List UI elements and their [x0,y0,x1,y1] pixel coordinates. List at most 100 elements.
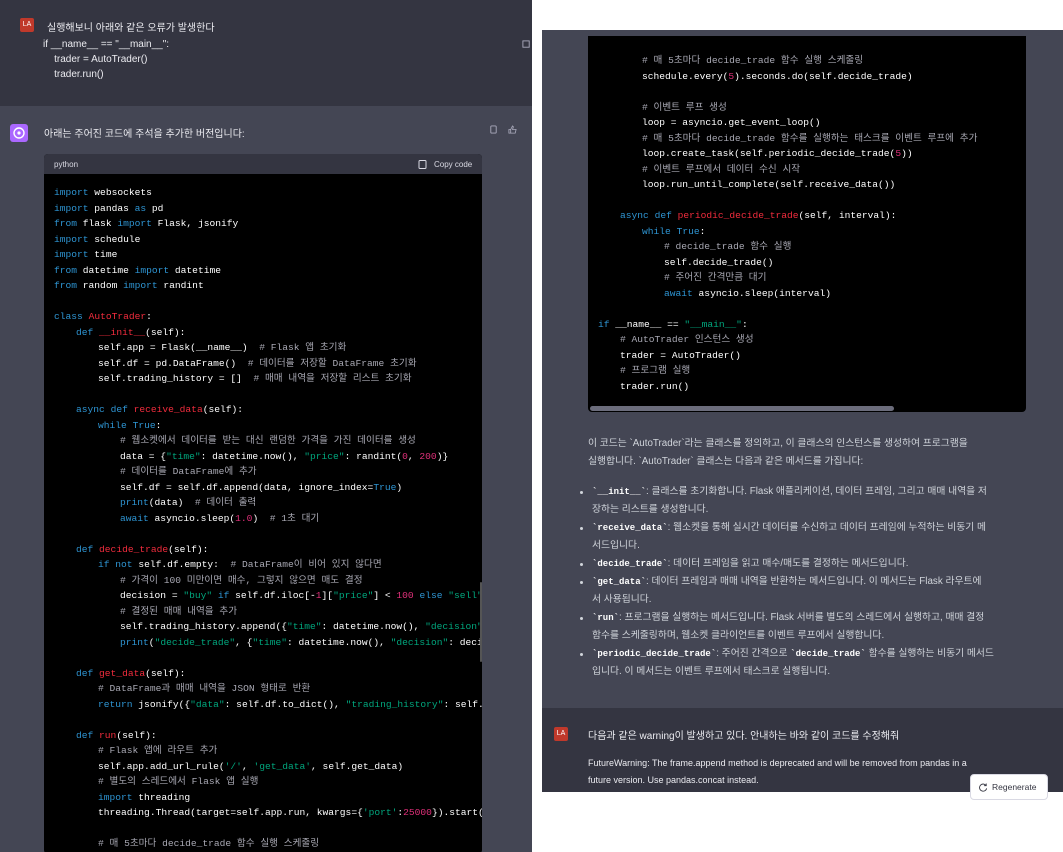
bullet-dot [580,617,583,620]
code-line: # 별도의 스레드에서 Flask 앱 실행 [98,776,259,787]
openai-logo-icon [13,127,25,139]
clipboard-icon [418,160,427,169]
user-message-line: if __name__ == "__main__": [43,39,170,50]
method-list-item: `decide_trade`: 데이터 프레임을 읽고 매수/매도를 결정하는 … [592,558,909,569]
code-line: schedule.every(5).seconds.do(self.decide… [642,70,913,82]
code-line: # 프로그램 실행 [620,365,691,376]
method-list-item: `get_data`: 데이터 프레임과 매매 내역을 반환하는 메서드입니다.… [592,576,982,587]
code-line: self.app.add_url_rule('/', 'get_data', s… [98,760,404,772]
code-line: def get_data(self): [76,667,186,679]
code-line: # 주어진 간격만큼 대기 [664,272,767,283]
code-line: # 웹소켓에서 데이터를 받는 대신 랜덤한 가격을 가진 데이터를 생성 [120,435,416,446]
code-line: await asyncio.sleep(interval) [664,287,831,299]
code-line: from datetime import datetime [54,264,221,276]
code-line: import threading [98,791,191,803]
user-message-block: LA 실행해보니 아래와 같은 오류가 발생한다 if __name__ == … [0,0,532,106]
code-line: # AutoTrader 인스턴스 생성 [620,334,754,345]
code-line: print("decide_trade", {"time": datetime.… [120,636,482,648]
code-line: # 가격이 100 미만이면 매수, 그렇지 않으면 매도 결정 [120,574,363,586]
user-avatar: LA [20,18,34,32]
method-list-item: 함수를 스케줄링하며, 웹소켓 클라이언트를 이벤트 루프에서 실행합니다. [592,630,885,641]
code-line: while True: [642,225,706,237]
code-line: data = {"time": datetime.now(), "price":… [120,450,449,462]
method-list-item: `__init__`: 클래스를 초기화합니다. Flask 애플리케이션, 데… [592,486,987,497]
code-line: await asyncio.sleep(1.0) # 1초 대기 [120,512,320,524]
code-line: def __init__(self): [76,326,186,338]
code-line: import schedule [54,233,141,245]
code-line: while True: [98,419,162,431]
code-line: # 결정된 매매 내역을 추가 [120,605,238,617]
bullet-dot [580,563,583,566]
right-chat-screenshot: # 매 5초마다 decide_trade 함수 실행 스케줄링 schedule… [542,30,1063,792]
code-line: async def periodic_decide_trade(self, in… [620,210,897,221]
regenerate-button[interactable]: Regenerate [970,774,1048,800]
method-list-item: 서드입니다. [592,540,640,551]
warning-line: FutureWarning: The frame.append method i… [588,758,967,768]
code-line: trader.run() [620,380,690,392]
left-chat-screenshot: LA 실행해보니 아래와 같은 오류가 발생한다 if __name__ == … [0,0,532,852]
code-line: async def receive_data(self): [76,404,244,415]
code-line: # 이벤트 루프에서 데이터 수신 시작 [642,163,801,175]
code-line: return jsonify({"data": self.df.to_dict(… [98,698,482,710]
method-list-item: 장하는 리스트를 생성합니다. [592,504,709,515]
bullet-dot [580,527,583,530]
code-line: # 매 5초마다 decide_trade 함수를 실행하는 태스크를 이벤트 … [642,132,978,144]
code-line: print(data) # 데이터 출력 [120,497,257,508]
code-line: # decide_trade 함수 실행 [664,241,792,252]
copy-icon[interactable] [489,125,498,134]
code-line: trader = AutoTrader() [620,349,741,361]
code-line: self.app = Flask(__name__) # Flask 앱 초기화 [98,342,347,353]
code-line: # DataFrame과 매매 내역을 JSON 형태로 반환 [98,683,311,694]
summary-line: 실행합니다. `AutoTrader` 클래스는 다음과 같은 메서드를 가집니… [588,456,864,467]
code-scrollbar[interactable] [480,582,482,662]
code-line: self.df = pd.DataFrame() # 데이터를 저장할 Data… [98,357,417,369]
code-line: import websockets [54,187,152,198]
method-list-item: `periodic_decide_trade`: 주어진 간격으로 `decid… [592,648,994,659]
code-line: # 데이터를 DataFrame에 추가 [120,466,257,477]
bullet-dot [580,581,583,584]
method-list-item: 서 사용됩니다. [592,594,652,605]
method-list-item: `receive_data`: 웹소켓을 통해 실시간 데이터를 수신하고 데이… [592,522,986,533]
code-language: python [54,160,79,169]
code-line: # Flask 앱에 라우트 추가 [98,745,218,756]
code-line: self.trading_history = [] # 매매 내역을 저장할 리… [98,373,412,384]
bullet-dot [580,491,583,494]
code-line: if not self.df.empty: # DataFrame이 비어 있지… [98,559,382,570]
code-line: import time [54,249,118,260]
summary-line: 이 코드는 `AutoTrader`라는 클래스를 정의하고, 이 클래스의 인… [588,438,968,449]
user-message: 다음과 같은 warning이 발생하고 있다. 안내하는 바와 같이 코드를 … [588,731,900,742]
horizontal-scrollbar[interactable] [590,406,894,411]
user-message-line: trader.run() [43,69,104,80]
user-message-line: 실행해보니 아래와 같은 오류가 발생한다 [47,23,215,34]
method-list-item: `run`: 프로그램을 실행하는 메서드입니다. Flask 서버를 별도의 … [592,612,985,623]
code-line: # 이벤트 루프 생성 [642,101,727,113]
code-line: self.trading_history.append({"time": dat… [120,621,482,632]
code-line: import pandas as pd [54,202,164,214]
code-line: self.df = self.df.append(data, ignore_in… [120,481,403,493]
regenerate-label: Regenerate [992,782,1037,792]
code-line: def run(self): [76,729,157,741]
warning-line: future version. Use pandas.concat instea… [588,775,759,785]
code-line: loop.create_task(self.periodic_decide_tr… [642,148,913,159]
code-block: python Copy code import websockets import… [44,154,482,852]
code-line: class AutoTrader: [54,311,152,322]
code-header: python Copy code [44,154,482,174]
user-message-line: trader = AutoTrader() [43,54,148,65]
code-line: threading.Thread(target=self.app.run, kw… [98,807,482,818]
edit-icon[interactable] [522,40,531,49]
code-block-continued: # 매 5초마다 decide_trade 함수 실행 스케줄링 schedule… [588,36,1026,412]
code-line: # 매 5초마다 decide_trade 함수 실행 스케줄링 [98,838,320,849]
bullet-dot [580,653,583,656]
assistant-avatar [10,124,28,142]
code-line: if __name__ == "__main__": [598,318,748,330]
code-line: self.decide_trade() [664,256,774,268]
thumbs-up-icon[interactable] [508,125,517,134]
code-line: decision = "buy" if self.df.iloc[-1]["pr… [120,590,482,601]
code-line: loop = asyncio.get_event_loop() [642,117,821,128]
code-line: loop.run_until_complete(self.receive_dat… [642,179,896,190]
method-list-item: 입니다. 이 메서드는 이벤트 루프에서 태스크로 실행됩니다. [592,666,831,677]
code-line: from random import randint [54,280,204,291]
code-line: def decide_trade(self): [76,543,209,555]
refresh-icon [979,783,988,792]
copy-code-button[interactable]: Copy code [434,160,472,169]
